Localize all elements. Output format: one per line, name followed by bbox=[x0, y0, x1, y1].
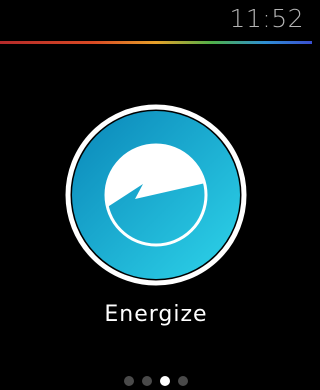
page-indicator bbox=[0, 376, 312, 386]
status-time: 11:52 bbox=[229, 4, 304, 33]
energize-app-button[interactable] bbox=[65, 104, 247, 286]
app-name-label: Energize bbox=[104, 302, 208, 327]
page-dot bbox=[178, 376, 188, 386]
rainbow-divider bbox=[0, 41, 312, 44]
page-dot bbox=[124, 376, 134, 386]
page-dot bbox=[142, 376, 152, 386]
icon-face bbox=[72, 111, 240, 279]
page-dot bbox=[160, 376, 170, 386]
energize-bolt-gauge-icon bbox=[65, 104, 247, 286]
